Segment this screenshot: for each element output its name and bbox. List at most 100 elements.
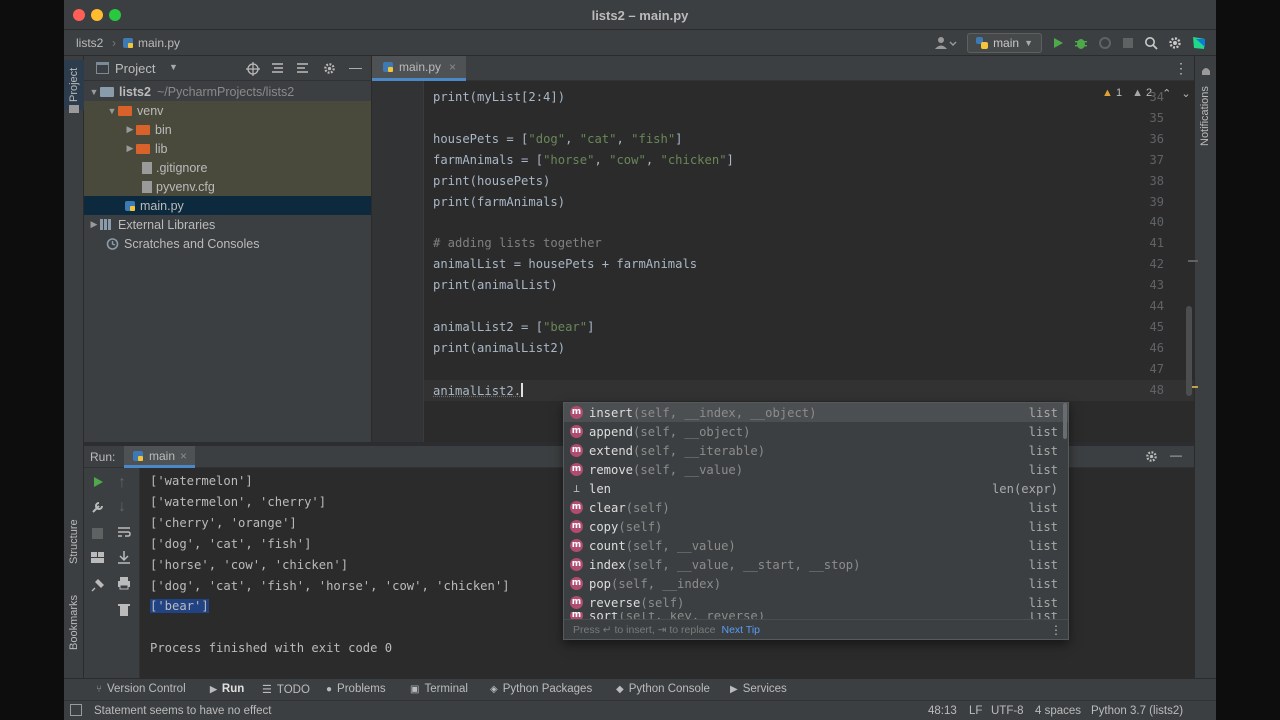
tab-python-console[interactable]: ◆ Python Console [616,683,710,695]
tab-services[interactable]: ▶ Services [730,683,787,695]
tree-item-scratches[interactable]: Scratches and Consoles [84,234,371,253]
structure-tool-tab[interactable]: Structure [68,519,80,564]
close-tab-icon[interactable]: × [449,60,456,74]
wrench-icon[interactable] [91,500,105,514]
run-tab-label: main [149,448,176,463]
completion-scrollbar-thumb[interactable] [1063,403,1067,439]
code-line[interactable]: animalList2. [433,382,523,398]
down-arrow-icon[interactable]: ↓ [118,498,126,516]
editor-scrollbar-thumb[interactable] [1186,306,1192,396]
collapsed-arrow-icon[interactable]: ▶ [88,219,100,230]
next-tip-link[interactable]: Next Tip [721,624,760,636]
collapsed-arrow-icon[interactable]: ▶ [124,124,136,135]
tree-item-gitignore[interactable]: .gitignore [84,158,371,177]
gear-icon[interactable] [323,62,336,75]
tab-problems[interactable]: ● Problems [326,683,386,695]
completion-item-remove[interactable]: m remove (self, __value) list [564,460,1068,479]
tree-item-lib[interactable]: ▶ lib [84,139,371,158]
trash-icon[interactable] [118,602,130,616]
project-tool-tab[interactable]: Project [68,68,80,102]
collapsed-arrow-icon[interactable]: ▶ [124,143,136,154]
tab-terminal[interactable]: ▣ Terminal [410,683,468,695]
completion-item-index[interactable]: m index (self, __value, __start, __stop) li… [564,555,1068,574]
completion-item-clear[interactable]: m clear (self) list [564,498,1068,517]
completion-item-pop[interactable]: m pop (self, __index) list [564,574,1068,593]
code-line[interactable]: print(animalList2) [433,341,565,355]
tree-item-main-py[interactable]: main.py [84,196,371,215]
chevron-down-icon[interactable]: ▼ [169,62,178,72]
collapse-all-icon[interactable] [296,62,309,75]
up-arrow-icon[interactable]: ↑ [118,474,126,492]
next-highlight-icon[interactable]: ⌄ [1181,87,1190,100]
expand-all-icon[interactable] [271,62,284,75]
project-panel-title[interactable]: Project [115,61,155,76]
breadcrumb-project[interactable]: lists2 [76,36,103,50]
gear-icon[interactable] [1145,450,1158,463]
tab-python-packages[interactable]: ◈ Python Packages [490,683,592,695]
user-icon[interactable] [935,36,957,50]
code-line[interactable]: print(animalList) [433,278,558,292]
soft-wrap-icon[interactable] [117,526,131,538]
notifications-tool-tab[interactable]: Notifications [1199,86,1211,146]
warning-count[interactable]: ▲ 1 [1102,87,1122,100]
file-encoding[interactable]: UTF-8 [991,705,1024,717]
expanded-arrow-icon[interactable]: ▼ [88,87,100,97]
python-interpreter[interactable]: Python 3.7 (lists2) [1091,705,1183,717]
completion-item-extend[interactable]: m extend (self, __iterable) list [564,441,1068,460]
scroll-to-end-icon[interactable] [117,550,131,564]
tab-version-control[interactable]: ⑂ Version Control [96,683,186,695]
rerun-icon[interactable] [92,476,104,488]
code-line[interactable]: print(housePets) [433,174,550,188]
tree-item-venv[interactable]: ▼ venv [84,101,371,120]
locate-file-icon[interactable] [246,62,260,76]
breadcrumb-file[interactable]: main.py [122,36,180,50]
run-tab-main[interactable]: main × [124,446,196,468]
tree-item-bin[interactable]: ▶ bin [84,120,371,139]
line-separator[interactable]: LF [969,705,982,717]
completion-item-len[interactable]: ⊥ len len(expr) [564,479,1068,498]
minimize-icon[interactable]: — [1170,448,1182,462]
settings-icon[interactable] [1168,36,1182,50]
close-tab-icon[interactable]: × [180,449,187,463]
print-icon[interactable] [117,576,131,590]
code-completion-popup[interactable]: m insert (self, __index, __object) list m app… [563,402,1069,640]
completion-item-count[interactable]: m count (self, __value) list [564,536,1068,555]
toggle-tool-windows-icon[interactable] [70,704,82,716]
expanded-arrow-icon[interactable]: ▼ [106,106,118,116]
editor-tab-main-py[interactable]: main.py × [372,56,467,81]
stop-icon[interactable] [1122,37,1134,49]
jetbrains-logo-icon[interactable] [1192,36,1206,50]
caret-position[interactable]: 48:13 [928,705,957,717]
run-icon[interactable] [1052,37,1064,49]
coverage-icon[interactable] [1098,36,1112,50]
code-line[interactable]: print(myList[2:4]) [433,90,565,104]
pin-icon[interactable] [91,578,105,592]
code-line[interactable]: animalList = housePets + farmAnimals [433,257,697,271]
stop-icon[interactable] [92,528,103,539]
search-icon[interactable] [1144,36,1158,50]
indent-setting[interactable]: 4 spaces [1035,705,1081,717]
code-line[interactable]: farmAnimals = ["horse", "cow", "chicken"… [433,153,734,167]
minimize-icon[interactable]: — [349,60,362,75]
layout-icon[interactable] [91,552,105,564]
completion-item-append[interactable]: m append (self, __object) list [564,422,1068,441]
tab-todo[interactable]: ☰ TODO [262,683,310,697]
notifications-bell-icon[interactable] [1200,66,1212,78]
tab-run[interactable]: ▶ Run [210,683,244,695]
completion-item-sort[interactable]: m sort (self, key, reverse) list [564,612,1068,619]
debug-icon[interactable] [1074,36,1088,50]
run-config-selector[interactable]: main ▼ [967,33,1042,53]
code-line[interactable]: print(farmAnimals) [433,195,565,209]
code-line[interactable]: animalList2 = ["bear"] [433,320,594,334]
code-line[interactable]: # adding lists together [433,236,602,250]
tree-item-lists2[interactable]: ▼ lists2 ~/PycharmProjects/lists2 [84,82,371,101]
completion-item-copy[interactable]: m copy (self) list [564,517,1068,536]
code-line[interactable]: housePets = ["dog", "cat", "fish"] [433,132,683,146]
completion-item-insert[interactable]: m insert (self, __index, __object) list [564,403,1068,422]
more-options-icon[interactable]: ⋮ [1050,623,1062,637]
bookmarks-tool-tab[interactable]: Bookmarks [68,595,80,650]
more-tabs-icon[interactable]: ⋮ [1174,60,1188,77]
tree-item-pyvenv-cfg[interactable]: pyvenv.cfg [84,177,371,196]
completion-item-reverse[interactable]: m reverse (self) list [564,593,1068,612]
tree-item-external-libraries[interactable]: ▶ External Libraries [84,215,371,234]
